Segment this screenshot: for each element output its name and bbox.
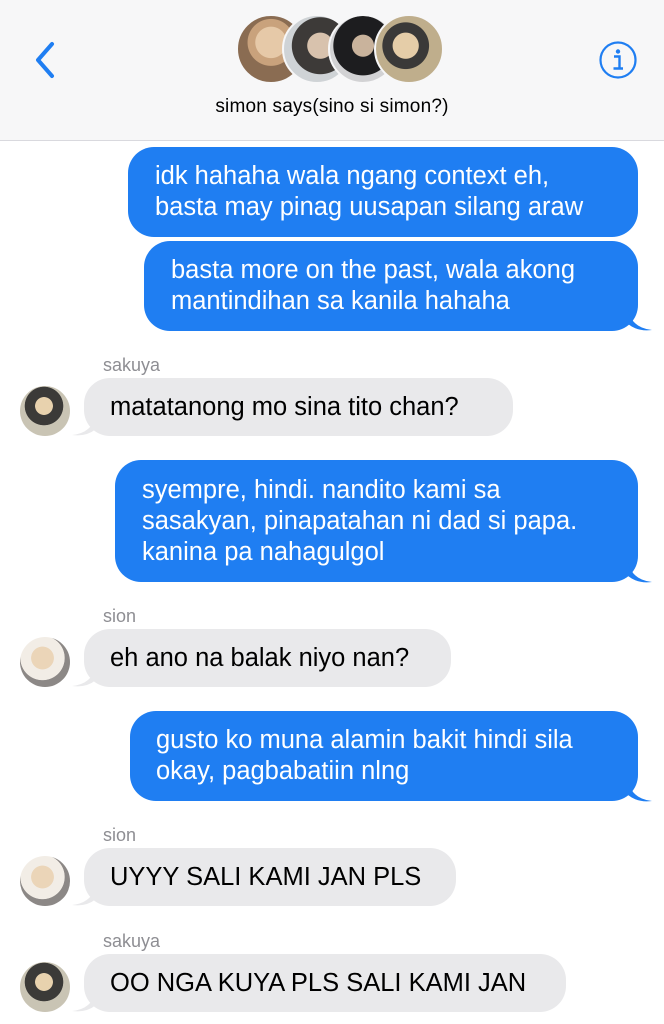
bubble-tail <box>628 562 652 583</box>
message-line: matatanong mo sina tito chan? <box>110 393 459 421</box>
bubble-tail <box>72 415 96 436</box>
message-line: basta more on the past, wala akong <box>171 256 576 284</box>
sender-name: sakuya <box>103 931 161 951</box>
info-circle-icon <box>599 41 637 79</box>
incoming-message[interactable]: matatanong mo sina tito chan? <box>84 378 513 436</box>
message-line: OO NGA KUYA PLS SALI KAMI JAN <box>110 969 527 997</box>
message-line: UYYY SALI KAMI JAN PLS <box>110 863 422 891</box>
conversation-header: simon says(sino si simon?) <box>0 0 664 141</box>
outgoing-message[interactable]: gusto ko muna alamin bakit hindi sila ok… <box>130 711 638 801</box>
avatar <box>374 14 444 84</box>
message-line: eh ano na balak niyo nan? <box>110 644 410 672</box>
sender-name: sion <box>103 606 137 626</box>
message-line: okay, pagbabatiin nlng <box>156 757 410 785</box>
avatar[interactable] <box>20 386 70 436</box>
bubble-tail <box>72 885 96 906</box>
avatar[interactable] <box>20 856 70 906</box>
outgoing-message[interactable]: idk hahaha wala ngang context eh, basta … <box>128 147 638 237</box>
message-line: kanina pa nahagulgol <box>142 538 385 566</box>
back-button[interactable] <box>30 40 62 80</box>
info-button[interactable] <box>598 40 638 80</box>
incoming-message[interactable]: eh ano na balak niyo nan? <box>84 629 451 687</box>
message-line: idk hahaha wala ngang context eh, <box>155 162 550 190</box>
message-line: syempre, hindi. nandito kami sa <box>142 476 501 504</box>
sender-name: sion <box>103 825 137 845</box>
avatar[interactable] <box>20 637 70 687</box>
sender-name: sakuya <box>103 355 161 375</box>
avatar[interactable] <box>20 962 70 1012</box>
message-line: gusto ko muna alamin bakit hindi sila <box>156 726 573 754</box>
group-name[interactable]: simon says(sino si simon?) <box>0 96 664 118</box>
incoming-message[interactable]: OO NGA KUYA PLS SALI KAMI JAN <box>84 954 566 1012</box>
group-avatars[interactable] <box>236 14 444 84</box>
outgoing-message[interactable]: syempre, hindi. nandito kami sa sasakyan… <box>115 460 638 582</box>
message-line: mantindihan sa kanila hahaha <box>171 287 510 315</box>
message-line: basta may pinag uusapan silang araw <box>155 193 584 221</box>
chevron-left-icon <box>36 42 54 78</box>
bubble-tail <box>628 310 652 331</box>
bubble-tail <box>628 781 652 802</box>
bubble-tail <box>72 666 96 687</box>
incoming-message[interactable]: UYYY SALI KAMI JAN PLS <box>84 848 456 906</box>
outgoing-message[interactable]: basta more on the past, wala akong manti… <box>144 241 638 331</box>
bubble-tail <box>72 991 96 1012</box>
message-line: sasakyan, pinapatahan ni dad si papa. <box>142 507 578 535</box>
